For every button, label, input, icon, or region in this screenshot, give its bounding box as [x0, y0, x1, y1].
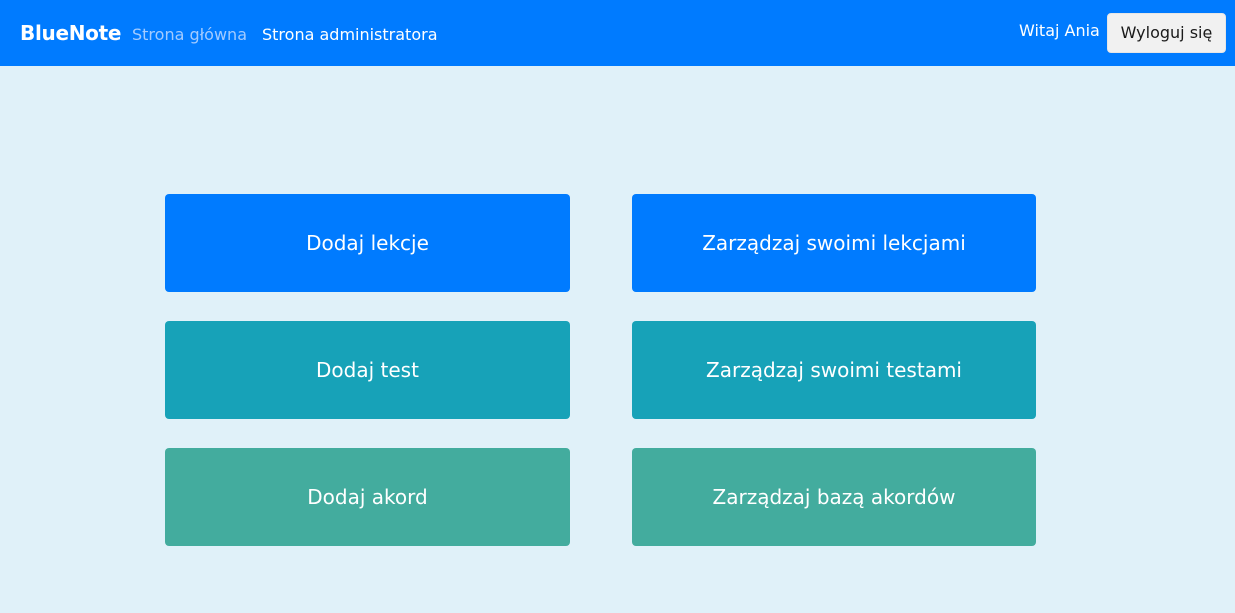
user-greeting: Witaj Ania — [1019, 21, 1100, 40]
add-test-button[interactable]: Dodaj test — [165, 321, 570, 419]
nav-link-admin[interactable]: Strona administratora — [262, 24, 438, 46]
logout-button[interactable]: Wyloguj się — [1107, 13, 1226, 53]
brand-logo[interactable]: BlueNote — [20, 19, 121, 47]
add-lesson-button[interactable]: Dodaj lekcje — [165, 194, 570, 292]
manage-tests-button[interactable]: Zarządzaj swoimi testami — [632, 321, 1036, 419]
nav-link-home[interactable]: Strona główna — [132, 24, 247, 46]
manage-lessons-button[interactable]: Zarządzaj swoimi lekcjami — [632, 194, 1036, 292]
add-chord-button[interactable]: Dodaj akord — [165, 448, 570, 546]
navbar: BlueNote Strona główna Strona administra… — [0, 0, 1235, 66]
manage-chords-button[interactable]: Zarządzaj bazą akordów — [632, 448, 1036, 546]
